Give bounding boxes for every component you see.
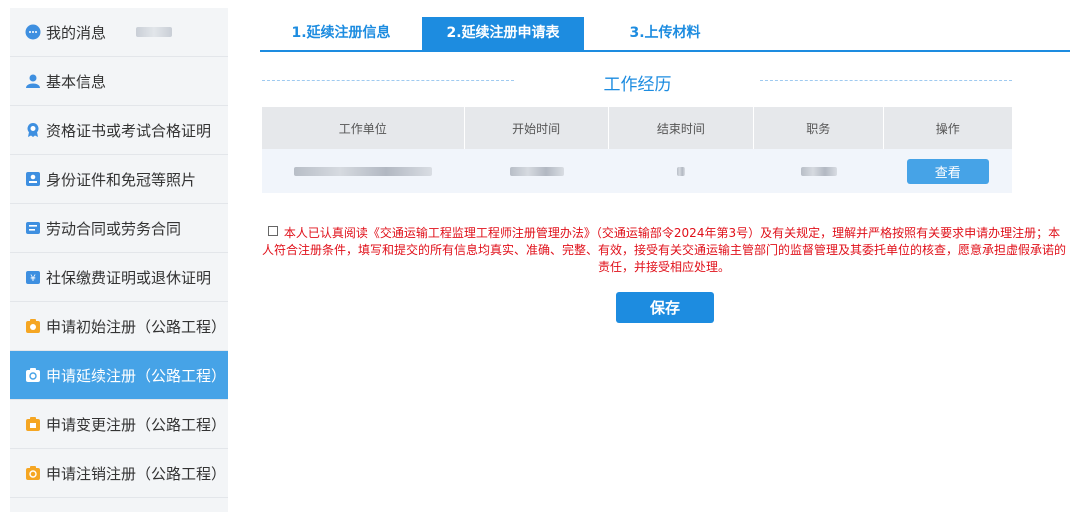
redacted-text bbox=[294, 166, 433, 176]
cell-end-date-redacted bbox=[609, 149, 754, 193]
sidebar-item-basic-info[interactable]: 基本信息 bbox=[10, 57, 228, 106]
agreement-text: 本人已认真阅读《交通运输工程监理工程师注册管理办法》（交通运输部令2024年第3… bbox=[262, 226, 1067, 274]
sidebar-item-label: 劳动合同或劳务合同 bbox=[46, 219, 182, 238]
sidebar-item-label: 申请注销注册（公路工程） bbox=[46, 464, 227, 483]
sidebar-item-label: 申请变更注册（公路工程） bbox=[46, 415, 227, 434]
contract-icon bbox=[25, 220, 41, 236]
sidebar-item-label: 基本信息 bbox=[46, 72, 107, 91]
id-card-icon bbox=[25, 171, 41, 187]
certificate-icon bbox=[25, 122, 41, 138]
section-divider-right bbox=[760, 80, 1012, 81]
sidebar: 我的消息 基本信息 资格证书或考试合格证明 身份证件和免冠等照片 劳动合同或劳务… bbox=[10, 8, 228, 512]
sidebar-item-id-photo[interactable]: 身份证件和免冠等照片 bbox=[10, 155, 228, 204]
sidebar-item-label: 社保缴费证明或退休证明 bbox=[46, 268, 212, 287]
user-icon bbox=[25, 73, 41, 89]
sidebar-item-contract[interactable]: 劳动合同或劳务合同 bbox=[10, 204, 228, 253]
cancel-icon bbox=[25, 465, 41, 481]
column-header-start-date: 开始时间 bbox=[465, 107, 609, 149]
column-header-employer: 工作单位 bbox=[262, 107, 465, 149]
column-header-position: 职务 bbox=[754, 107, 884, 149]
sidebar-item-label: 申请延续注册（公路工程） bbox=[46, 366, 227, 385]
renew-icon bbox=[25, 367, 41, 383]
work-history-table: 工作单位 开始时间 结束时间 职务 操作 查看 bbox=[262, 107, 1012, 193]
sidebar-item-label: 我的消息 bbox=[46, 23, 107, 42]
sidebar-item-renew-register[interactable]: 申请延续注册（公路工程） bbox=[10, 351, 228, 400]
table-header: 工作单位 开始时间 结束时间 职务 操作 bbox=[262, 107, 1012, 149]
sidebar-item-label: 申请初始注册（公路工程） bbox=[46, 317, 227, 336]
sidebar-item-cancel-register[interactable]: 申请注销注册（公路工程） bbox=[10, 449, 228, 498]
redacted-text bbox=[800, 166, 837, 176]
agreement-statement: 本人已认真阅读《交通运输工程监理工程师注册管理办法》（交通运输部令2024年第3… bbox=[262, 225, 1066, 276]
save-button[interactable]: 保存 bbox=[616, 292, 714, 323]
sidebar-item-certificate[interactable]: 资格证书或考试合格证明 bbox=[10, 106, 228, 155]
cell-start-date-redacted bbox=[465, 149, 609, 193]
redacted-text bbox=[509, 166, 564, 176]
svg-text:¥: ¥ bbox=[30, 274, 36, 284]
change-icon bbox=[25, 416, 41, 432]
view-button[interactable]: 查看 bbox=[906, 158, 989, 184]
sidebar-item-initial-register[interactable]: 申请初始注册（公路工程） bbox=[10, 302, 228, 351]
sidebar-item-label: 身份证件和免冠等照片 bbox=[46, 170, 197, 189]
cell-position-redacted bbox=[754, 149, 883, 193]
column-header-actions: 操作 bbox=[935, 121, 960, 136]
tab-upload-materials[interactable]: 3.上传材料 bbox=[584, 17, 746, 50]
tab-renew-info[interactable]: 1.延续注册信息 bbox=[260, 17, 422, 50]
section-title: 工作经历 bbox=[603, 75, 672, 95]
section-divider-left bbox=[262, 80, 514, 81]
sidebar-item-label: 资格证书或考试合格证明 bbox=[46, 121, 212, 140]
message-count-badge bbox=[136, 27, 173, 37]
agreement-checkbox[interactable] bbox=[267, 226, 278, 236]
message-icon bbox=[25, 24, 41, 40]
sidebar-item-messages[interactable]: 我的消息 bbox=[10, 8, 228, 57]
redacted-text bbox=[677, 166, 686, 176]
sidebar-item-change-register[interactable]: 申请变更注册（公路工程） bbox=[10, 400, 228, 449]
sidebar-item-social-security[interactable]: ¥ 社保缴费证明或退休证明 bbox=[10, 253, 228, 302]
cell-actions: 查看 bbox=[883, 149, 1012, 193]
register-icon bbox=[25, 318, 41, 334]
table-row: 查看 bbox=[262, 149, 1012, 193]
tab-renew-application[interactable]: 2.延续注册申请表 bbox=[422, 17, 584, 50]
cell-employer-redacted bbox=[262, 149, 465, 193]
column-header-end-date: 结束时间 bbox=[609, 107, 754, 149]
step-tabs: 1.延续注册信息 2.延续注册申请表 3.上传材料 bbox=[260, 17, 1070, 52]
social-security-icon: ¥ bbox=[25, 269, 41, 285]
